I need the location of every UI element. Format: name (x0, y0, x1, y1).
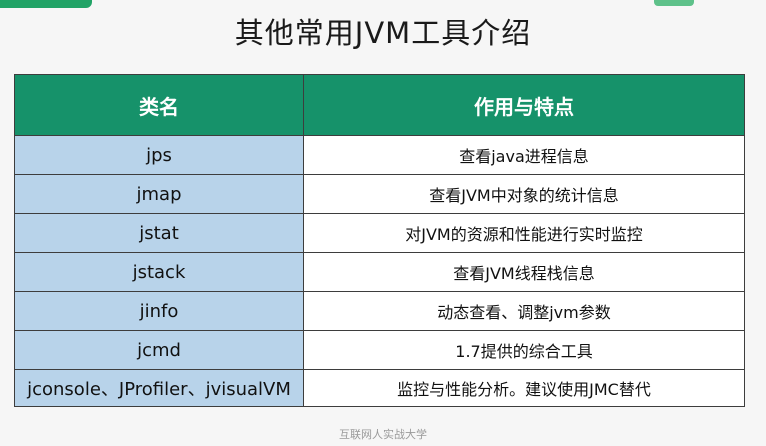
tool-desc-cell: 1.7提供的综合工具 (303, 330, 745, 370)
tool-name-cell: jmap (14, 174, 304, 214)
brand-logo-mark (654, 0, 694, 6)
table-row: jinfo 动态查看、调整jvm参数 (14, 291, 745, 331)
tool-name-cell: jps (14, 135, 304, 175)
tool-name-cell: jstat (14, 213, 304, 253)
brand-accent-bar (0, 0, 92, 8)
header-class-name: 类名 (14, 74, 304, 136)
table-row: jstack 查看JVM线程栈信息 (14, 252, 745, 292)
table-row: jps 查看java进程信息 (14, 135, 745, 175)
tool-desc-cell: 监控与性能分析。建议使用JMC替代 (303, 369, 745, 407)
tool-desc-cell: 查看JVM线程栈信息 (303, 252, 745, 292)
table-row: jconsole、JProfiler、jvisualVM 监控与性能分析。建议使… (14, 369, 745, 407)
tool-desc-cell: 对JVM的资源和性能进行实时监控 (303, 213, 745, 253)
slide-title: 其他常用JVM工具介绍 (234, 16, 532, 50)
header-purpose: 作用与特点 (303, 74, 745, 136)
tool-name-cell: jinfo (14, 291, 304, 331)
table-row: jcmd 1.7提供的综合工具 (14, 330, 745, 370)
tool-desc-cell: 动态查看、调整jvm参数 (303, 291, 745, 331)
table-row: jstat 对JVM的资源和性能进行实时监控 (14, 213, 745, 253)
tool-name-cell: jstack (14, 252, 304, 292)
watermark: 互联网人实战大学 (339, 428, 427, 441)
tool-name-cell: jconsole、JProfiler、jvisualVM (14, 369, 304, 407)
tool-name-cell: jcmd (14, 330, 304, 370)
table-row: jmap 查看JVM中对象的统计信息 (14, 174, 745, 214)
table-header-row: 类名 作用与特点 (14, 74, 745, 136)
jvm-tools-table: 类名 作用与特点 jps 查看java进程信息 jmap 查看JVM中对象的统计… (14, 74, 745, 407)
tool-desc-cell: 查看JVM中对象的统计信息 (303, 174, 745, 214)
tool-desc-cell: 查看java进程信息 (303, 135, 745, 175)
